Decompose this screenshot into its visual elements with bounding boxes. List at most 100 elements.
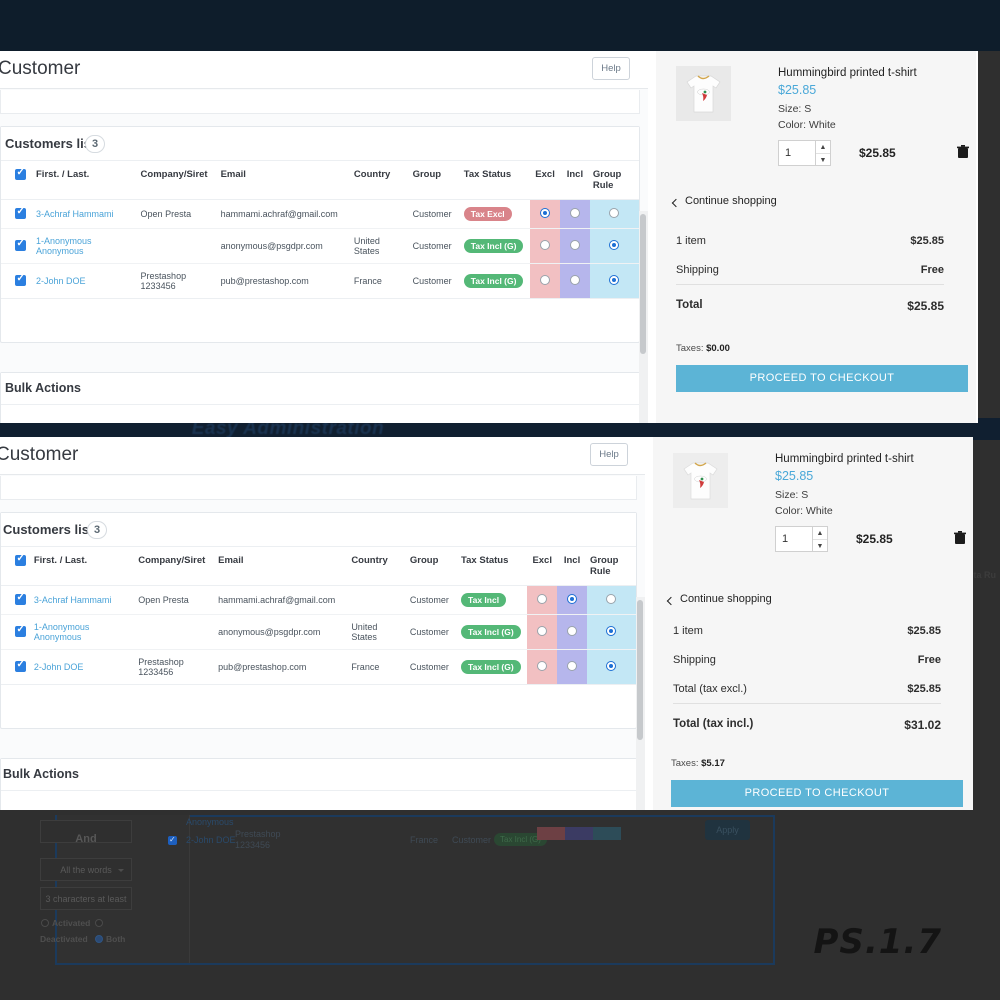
cell-name[interactable]: 1-Anonymous Anonymous xyxy=(30,614,136,650)
row-checkbox[interactable] xyxy=(15,623,26,637)
row-checkbox[interactable] xyxy=(15,272,26,286)
radio-incl[interactable] xyxy=(567,661,578,671)
proceed-to-checkout-button[interactable]: PROCEED TO CHECKOUT xyxy=(676,365,968,392)
col-firstlast-bottom[interactable]: First. / Last. xyxy=(30,547,136,586)
col-country[interactable]: Country xyxy=(350,161,410,200)
radio-group[interactable] xyxy=(606,626,617,636)
delete-icon[interactable] xyxy=(957,145,969,159)
quantity-stepper[interactable]: ▲ ▼ xyxy=(816,140,831,166)
product-name[interactable]: Hummingbird printed t-shirt xyxy=(778,67,917,79)
cell-incl[interactable] xyxy=(557,614,587,650)
select-all-header[interactable] xyxy=(1,161,33,200)
delete-icon-bottom[interactable] xyxy=(954,531,966,545)
col-company[interactable]: Company/Siret xyxy=(137,161,218,200)
row-checkbox[interactable] xyxy=(15,205,26,219)
cell-incl[interactable] xyxy=(557,649,587,685)
row-checkbox[interactable] xyxy=(15,237,26,251)
cell-name[interactable]: 2-John DOE xyxy=(30,649,136,685)
radio-excl[interactable] xyxy=(540,208,551,218)
radio-incl[interactable] xyxy=(567,594,578,604)
background-filter-search-input[interactable]: 3 characters at least xyxy=(40,887,132,910)
help-button-bottom[interactable]: Help xyxy=(590,443,628,466)
col-excl[interactable]: Excl xyxy=(530,161,560,200)
row-checkbox[interactable] xyxy=(15,591,26,605)
radio-incl[interactable] xyxy=(569,240,580,250)
cell-group-rule[interactable] xyxy=(589,199,639,229)
back-chevron-icon[interactable] xyxy=(671,198,681,208)
continue-shopping-link[interactable]: Continue shopping xyxy=(685,195,777,207)
radio-excl[interactable] xyxy=(540,240,551,250)
radio-excl[interactable] xyxy=(537,626,548,636)
col-excl-bottom[interactable]: Excl xyxy=(527,547,558,586)
cell-excl[interactable] xyxy=(527,649,558,685)
cell-name[interactable]: 3-Achraf Hammami xyxy=(30,585,136,615)
row-checkbox-cell[interactable] xyxy=(1,228,33,264)
table-row[interactable]: 2-John DOEPrestashop 1233456pub@prestash… xyxy=(1,649,636,685)
col-firstlast[interactable]: First. / Last. xyxy=(33,161,138,200)
bulk-option[interactable]: Tax Exclu xyxy=(25,809,636,810)
quantity-up-icon[interactable]: ▲ xyxy=(816,141,830,154)
radio-group[interactable] xyxy=(606,594,617,604)
proceed-to-checkout-button-bottom[interactable]: PROCEED TO CHECKOUT xyxy=(671,780,963,807)
background-filter-match[interactable]: All the words xyxy=(40,858,132,881)
admin-scrollbar-thumb-top[interactable] xyxy=(640,214,646,354)
select-all-checkbox-bottom[interactable] xyxy=(15,552,26,566)
radio-group[interactable] xyxy=(609,240,620,250)
col-group-rule-bottom[interactable]: Group Rule xyxy=(586,547,636,586)
col-email[interactable]: Email xyxy=(217,161,351,200)
radio-incl[interactable] xyxy=(569,208,580,218)
table-row[interactable]: 3-Achraf HammamiOpen Prestahammami.achra… xyxy=(1,199,639,229)
admin-scrollbar-thumb-bottom[interactable] xyxy=(637,600,643,740)
row-checkbox-cell[interactable] xyxy=(1,649,31,685)
row-checkbox-cell[interactable] xyxy=(1,585,31,615)
col-company-bottom[interactable]: Company/Siret xyxy=(135,547,216,586)
background-apply-button[interactable]: Apply xyxy=(705,820,750,840)
product-name-bottom[interactable]: Hummingbird printed t-shirt xyxy=(775,453,914,465)
cell-excl[interactable] xyxy=(527,585,558,615)
col-group[interactable]: Group xyxy=(409,161,461,200)
product-thumbnail[interactable] xyxy=(676,66,731,121)
quantity-input-bottom[interactable]: 1 xyxy=(775,526,813,552)
background-radio-activated[interactable] xyxy=(41,919,49,927)
bulk-option-radio[interactable] xyxy=(25,809,34,810)
cell-excl[interactable] xyxy=(530,263,560,299)
product-thumbnail-bottom[interactable] xyxy=(673,453,728,508)
row-checkbox[interactable] xyxy=(15,658,26,672)
col-group-bottom[interactable]: Group xyxy=(406,547,459,586)
table-row[interactable]: 2-John DOEPrestashop 1233456pub@prestash… xyxy=(1,263,639,299)
cell-group-rule[interactable] xyxy=(589,228,639,264)
col-group-rule[interactable]: Group Rule xyxy=(589,161,639,200)
select-all-header-bottom[interactable] xyxy=(1,547,31,586)
col-email-bottom[interactable]: Email xyxy=(215,547,349,586)
cell-incl[interactable] xyxy=(560,199,590,229)
cell-group-rule[interactable] xyxy=(589,263,639,299)
radio-group[interactable] xyxy=(606,661,617,671)
col-incl-bottom[interactable]: Incl xyxy=(557,547,587,586)
quantity-down-icon-bottom[interactable]: ▼ xyxy=(813,540,827,553)
quantity-up-icon-bottom[interactable]: ▲ xyxy=(813,527,827,540)
cell-excl[interactable] xyxy=(530,199,560,229)
quantity-stepper-bottom[interactable]: ▲ ▼ xyxy=(813,526,828,552)
col-tax-status-bottom[interactable]: Tax Status xyxy=(458,547,528,586)
cell-name[interactable]: 3-Achraf Hammami xyxy=(33,199,138,229)
row-checkbox-cell[interactable] xyxy=(1,614,31,650)
radio-incl[interactable] xyxy=(569,275,580,285)
cell-name[interactable]: 2-John DOE xyxy=(33,263,138,299)
help-button[interactable]: Help xyxy=(592,57,630,80)
row-checkbox-cell[interactable] xyxy=(1,199,33,229)
radio-excl[interactable] xyxy=(537,594,548,604)
back-chevron-icon-bottom[interactable] xyxy=(666,596,676,606)
radio-excl[interactable] xyxy=(540,275,551,285)
row-checkbox-cell[interactable] xyxy=(1,263,33,299)
table-row[interactable]: 1-Anonymous Anonymous anonymous@psgdpr.co… xyxy=(1,228,639,264)
table-row[interactable]: 3-Achraf HammamiOpen Prestahammami.achra… xyxy=(1,585,636,615)
cell-group-rule[interactable] xyxy=(586,585,636,615)
background-row-prev-name[interactable]: Anonymous xyxy=(186,817,234,827)
background-row-name[interactable]: 2-John DOE xyxy=(186,835,236,845)
radio-incl[interactable] xyxy=(567,626,578,636)
cell-incl[interactable] xyxy=(560,263,590,299)
quantity-input[interactable]: 1 xyxy=(778,140,816,166)
cell-incl[interactable] xyxy=(560,228,590,264)
background-radio-both[interactable] xyxy=(95,935,103,943)
select-all-checkbox[interactable] xyxy=(15,166,26,180)
